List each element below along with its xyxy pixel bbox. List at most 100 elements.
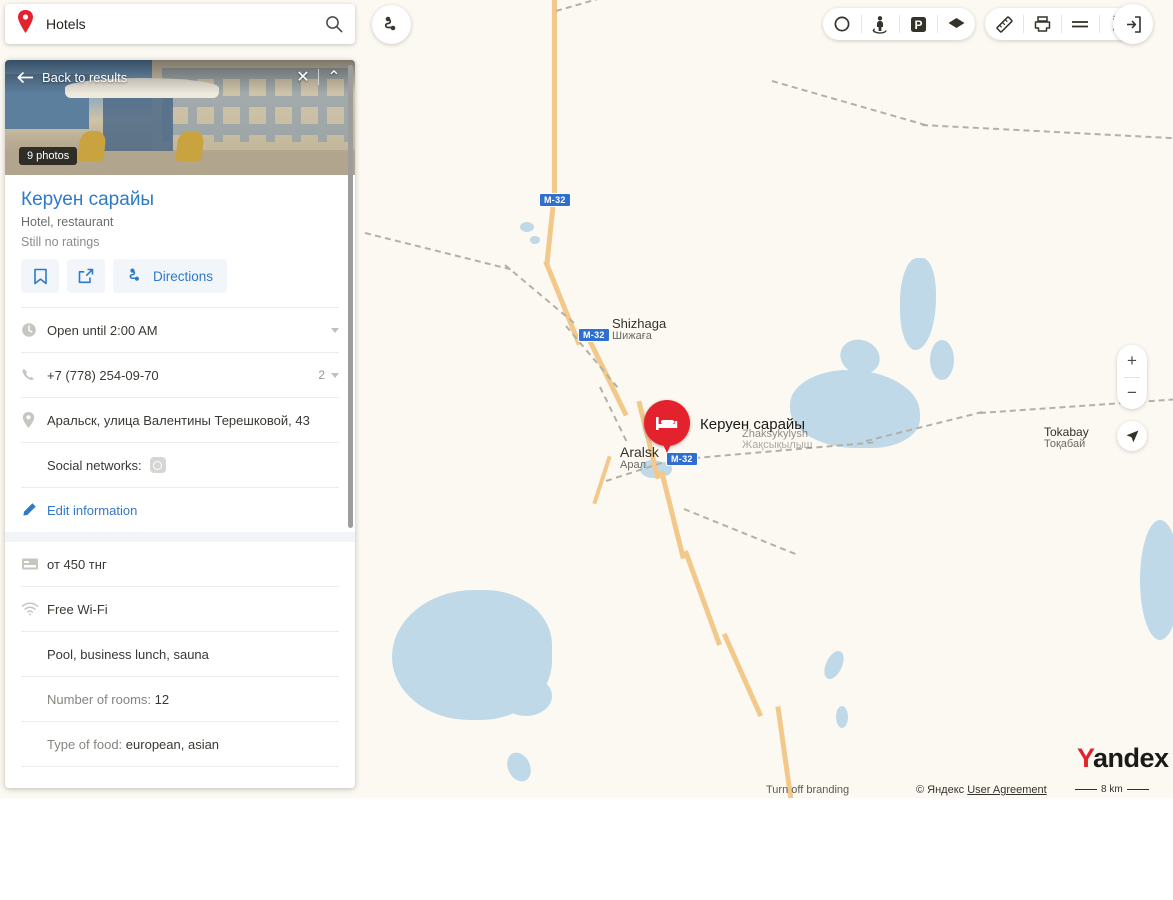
- social-networks-label: Social networks:: [47, 458, 142, 473]
- row-opening-hours[interactable]: Open until 2:00 AM: [5, 308, 355, 352]
- chevron-down-icon: [331, 373, 339, 378]
- row-phone[interactable]: +7 (778) 254-09-70 2: [5, 353, 355, 397]
- login-button[interactable]: [1113, 4, 1153, 44]
- section-separator: [5, 532, 355, 542]
- scale-line-left: [1075, 789, 1097, 790]
- wifi-text: Free Wi-Fi: [47, 602, 108, 617]
- road-shield-m32: M-32: [666, 452, 698, 466]
- search-bar[interactable]: [5, 4, 355, 44]
- ruler-icon[interactable]: [985, 8, 1023, 40]
- directions-label: Directions: [153, 269, 213, 284]
- street-view-icon[interactable]: [861, 8, 899, 40]
- share-button[interactable]: [67, 259, 105, 293]
- chevron-up-icon[interactable]: ⌃: [321, 64, 347, 90]
- bookmark-button[interactable]: [21, 259, 59, 293]
- photos-count-badge[interactable]: 9 photos: [19, 147, 77, 165]
- svg-text:P: P: [914, 18, 922, 32]
- water-body: [836, 706, 848, 728]
- phone-count: 2: [318, 368, 325, 382]
- photo-detail: [77, 131, 106, 161]
- boundary-line: [772, 80, 926, 126]
- phone-text: +7 (778) 254-09-70: [47, 368, 159, 383]
- place-card: Back to results ✕ ⌃ 9 photos Керуен сара…: [5, 60, 355, 788]
- traffic-circle-icon[interactable]: [823, 8, 861, 40]
- map-label-tokabay: Tokabay Тоқабай: [1044, 425, 1089, 450]
- water-body: [530, 236, 540, 244]
- rooms-value: 12: [155, 692, 169, 707]
- opening-hours-text: Open until 2:00 AM: [47, 323, 158, 338]
- banknote-icon: [21, 557, 47, 571]
- map-label-cyrillic: Арал: [620, 459, 659, 471]
- boundary-line: [365, 232, 511, 270]
- route-button[interactable]: [372, 5, 411, 44]
- page-title[interactable]: Керуен сарайы: [21, 189, 339, 211]
- close-icon[interactable]: ✕: [290, 64, 316, 90]
- copyright-text: © Яндекс User Agreement: [916, 784, 1047, 796]
- photo-detail: [175, 131, 204, 161]
- bookmark-icon: [33, 268, 48, 285]
- price-text: от 450 тнг: [47, 557, 107, 572]
- place-rating: Still no ratings: [21, 235, 339, 249]
- photo-detail: [103, 98, 173, 151]
- amenities-text: Pool, business lunch, sauna: [47, 647, 209, 662]
- place-icon: [21, 411, 47, 429]
- turn-off-branding-link[interactable]: Turn off branding: [766, 784, 849, 796]
- water-body: [900, 258, 936, 350]
- row-wifi: Free Wi-Fi: [5, 587, 355, 631]
- layers-icon[interactable]: [937, 8, 975, 40]
- map-marker-label: Керуен сарайы: [700, 416, 805, 433]
- search-icon[interactable]: [313, 4, 355, 44]
- water-body: [820, 648, 847, 682]
- map-label-latin: Aralsk: [620, 444, 659, 460]
- map-toolbar-left: P: [823, 8, 975, 40]
- opening-hours-toggle[interactable]: [331, 328, 339, 333]
- row-edit-information[interactable]: Edit information: [5, 488, 355, 532]
- yandex-maps-app: M-32 M-32 M-32 Shizhaga Шижаға Aralsk Ар…: [0, 0, 1173, 900]
- place-photo[interactable]: Back to results ✕ ⌃ 9 photos: [5, 60, 355, 175]
- map-marker-hotel[interactable]: [644, 400, 690, 446]
- phone-count-toggle[interactable]: 2: [318, 368, 339, 382]
- copyright-label: © Яндекс: [916, 784, 964, 796]
- address-text: Аральск, улица Валентины Терешковой, 43: [47, 413, 310, 428]
- back-to-results-label: Back to results: [42, 70, 127, 85]
- divider: [21, 766, 339, 767]
- map-label-latin: Shizhaga: [612, 316, 666, 331]
- scale-line-right: [1127, 789, 1149, 790]
- row-address[interactable]: Аральск, улица Валентины Терешковой, 43: [5, 398, 355, 442]
- search-input[interactable]: [44, 15, 313, 33]
- water-body: [500, 676, 552, 716]
- highway-m32: [659, 471, 686, 560]
- map-label-aralsk: Aralsk Арал: [620, 444, 659, 471]
- water-body: [1140, 520, 1173, 640]
- instagram-icon[interactable]: [150, 457, 166, 473]
- boundary-line: [684, 508, 796, 555]
- zoom-controls: + −: [1117, 345, 1147, 409]
- boundary-line: [504, 264, 574, 323]
- locate-arrow-icon: [1125, 429, 1140, 444]
- back-to-results-button[interactable]: Back to results: [17, 70, 127, 85]
- logo-y: Y: [1077, 743, 1093, 773]
- arrow-left-icon: [17, 71, 34, 84]
- zoom-in-button[interactable]: +: [1117, 345, 1147, 377]
- yandex-logo: Yandex: [1077, 745, 1169, 772]
- directions-button[interactable]: Directions: [113, 259, 227, 293]
- food-label: Type of food:: [47, 737, 122, 752]
- scale-bar: 8 km: [1075, 784, 1149, 795]
- zoom-out-button[interactable]: −: [1117, 377, 1147, 409]
- login-arrow-icon: [1124, 15, 1143, 34]
- logo-rest: andex: [1093, 743, 1169, 773]
- row-number-of-rooms: Number of rooms: 12: [5, 677, 355, 721]
- water-body: [930, 340, 954, 380]
- menu-icon[interactable]: [1061, 8, 1099, 40]
- highway-m32: [683, 550, 722, 646]
- pencil-icon: [21, 502, 47, 518]
- map-pin-icon: [17, 10, 34, 38]
- card-scrollbar[interactable]: [348, 65, 353, 528]
- map-label-cyrillic: Жақсықылыш: [742, 439, 813, 451]
- user-agreement-link[interactable]: User Agreement: [967, 784, 1046, 796]
- phone-icon: [21, 367, 47, 383]
- geolocation-button[interactable]: [1117, 421, 1147, 451]
- printer-icon[interactable]: [1023, 8, 1061, 40]
- map-label-cyrillic: Шижаға: [612, 330, 666, 342]
- parking-icon[interactable]: P: [899, 8, 937, 40]
